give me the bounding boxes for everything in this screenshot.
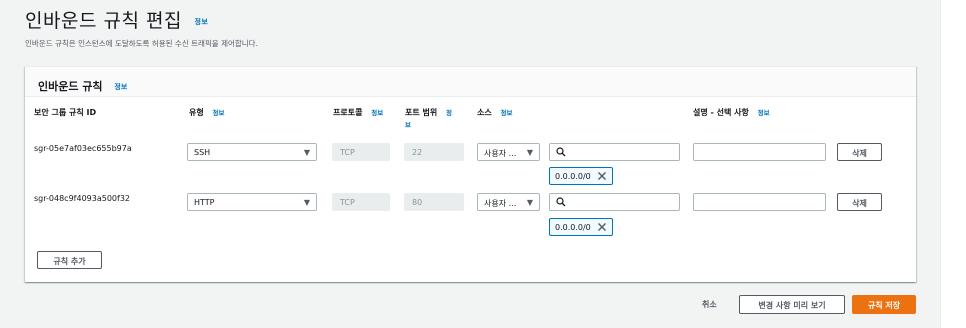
column-header-type: 유형 정보 <box>189 107 225 119</box>
column-header-description: 설명 - 선택 사항 정보 <box>693 107 770 119</box>
column-header-source: 소스 정보 <box>477 107 513 119</box>
caret-down-icon: ▼ <box>526 198 533 207</box>
page-title-text: 인바운드 규칙 편집 <box>25 10 182 32</box>
caret-down-icon: ▼ <box>303 198 310 207</box>
save-rules-button[interactable]: 규칙 저장 <box>852 295 916 314</box>
preview-changes-button[interactable]: 변경 사항 미리 보기 <box>739 295 845 314</box>
page-description: 인바운드 규칙은 인스턴스에 도달하도록 허용된 수신 트래픽을 제어합니다. <box>25 39 258 48</box>
source-search-input[interactable] <box>549 143 680 161</box>
right-side-panel <box>940 0 966 328</box>
protocol-field: TCP <box>332 143 390 161</box>
column-header-port-range-info-link-2[interactable]: 보 <box>405 121 411 129</box>
caret-down-icon: ▼ <box>526 148 533 157</box>
column-header-source-label: 소스 <box>477 108 492 117</box>
port-range-field: 22 <box>404 143 464 161</box>
page-title: 인바운드 규칙 편집 정보 <box>25 6 208 33</box>
source-type-select[interactable]: 사용자 ... ▼ <box>477 193 540 211</box>
source-type-select[interactable]: 사용자 ... ▼ <box>477 143 540 161</box>
close-icon[interactable] <box>597 222 607 232</box>
cidr-token-label: 0.0.0.0/0 <box>555 172 591 181</box>
panel-header: 인바운드 규칙 정보 <box>25 67 916 97</box>
column-header-description-label: 설명 - 선택 사항 <box>693 108 749 117</box>
column-header-rule-id: 보안 그룹 규칙 ID <box>34 108 97 117</box>
type-select-value: HTTP <box>194 198 215 207</box>
rule-id: sgr-048c9f4093a500f32 <box>34 194 131 203</box>
type-select-value: SSH <box>194 148 211 157</box>
cidr-token: 0.0.0.0/0 <box>549 218 613 236</box>
source-type-select-value: 사용자 ... <box>484 149 517 158</box>
inbound-rules-panel: 인바운드 규칙 정보 보안 그룹 규칙 ID 유형 정보 프로토콜 정보 포트 … <box>25 66 916 282</box>
column-header-description-info-link[interactable]: 정보 <box>758 109 770 117</box>
panel-title: 인바운드 규칙 정보 <box>38 78 127 94</box>
type-select[interactable]: HTTP ▼ <box>187 193 317 211</box>
column-header-protocol: 프로토콜 정보 <box>333 107 383 119</box>
column-header-type-label: 유형 <box>189 108 204 117</box>
delete-button[interactable]: 삭제 <box>837 143 882 161</box>
search-icon <box>556 147 566 157</box>
rule-id: sgr-05e7af03ec655b97a <box>34 144 132 153</box>
protocol-field: TCP <box>332 193 390 211</box>
description-input[interactable] <box>693 143 826 161</box>
column-header-source-info-link[interactable]: 정보 <box>501 109 513 117</box>
column-header-port-range-label: 포트 범위 <box>405 108 438 117</box>
column-header-type-info-link[interactable]: 정보 <box>213 109 225 117</box>
panel-title-text: 인바운드 규칙 <box>38 80 103 93</box>
type-select[interactable]: SSH ▼ <box>187 143 317 161</box>
source-type-select-value: 사용자 ... <box>484 199 517 208</box>
cidr-token-label: 0.0.0.0/0 <box>555 223 591 232</box>
add-rule-button[interactable]: 규칙 추가 <box>37 251 102 269</box>
cidr-token: 0.0.0.0/0 <box>549 167 613 185</box>
page: 인바운드 규칙 편집 정보 인바운드 규칙은 인스턴스에 도달하도록 허용된 수… <box>0 0 940 328</box>
cancel-button[interactable]: 취소 <box>702 299 717 310</box>
port-range-field: 80 <box>404 193 464 211</box>
caret-down-icon: ▼ <box>303 148 310 157</box>
column-header-port-range-info-link-1[interactable]: 정 <box>446 109 452 117</box>
delete-button[interactable]: 삭제 <box>837 193 882 211</box>
column-header-protocol-label: 프로토콜 <box>333 108 363 117</box>
page-title-info-link[interactable]: 정보 <box>194 18 208 26</box>
column-header-protocol-info-link[interactable]: 정보 <box>371 109 383 117</box>
panel-title-info-link[interactable]: 정보 <box>114 83 127 91</box>
column-header-port-range: 포트 범위 정 보 <box>405 107 465 131</box>
search-icon <box>556 197 566 207</box>
description-input[interactable] <box>693 193 826 211</box>
source-search-input[interactable] <box>549 193 680 211</box>
close-icon[interactable] <box>597 171 607 181</box>
